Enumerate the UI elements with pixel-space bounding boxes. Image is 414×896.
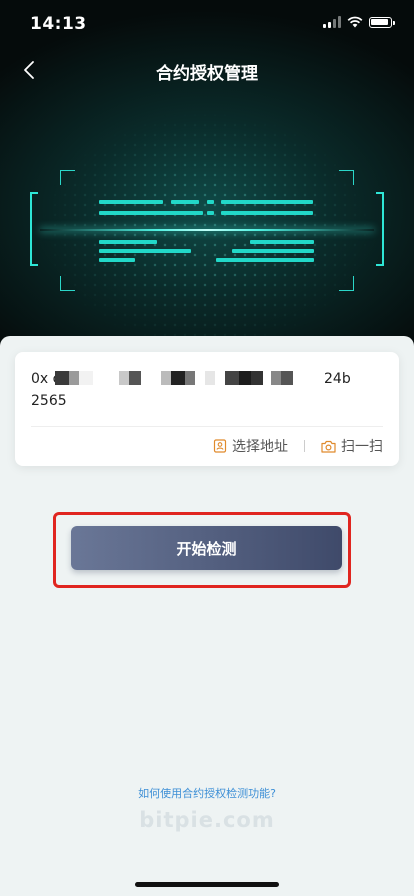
status-icons bbox=[323, 16, 395, 28]
scanner-frame-corner bbox=[60, 170, 75, 185]
code-line-decoration bbox=[216, 258, 314, 262]
scanner-bracket-left bbox=[30, 192, 38, 266]
code-line-decoration bbox=[99, 249, 191, 253]
scanner-frame-corner bbox=[60, 276, 75, 291]
help-link[interactable]: 如何使用合约授权检测功能? bbox=[0, 785, 414, 801]
code-line-decoration bbox=[99, 258, 135, 262]
scan-label: 扫一扫 bbox=[341, 439, 383, 455]
select-address-button[interactable]: 选择地址 bbox=[213, 436, 288, 456]
nav-bar: 合约授权管理 bbox=[0, 48, 414, 92]
code-line-decoration bbox=[99, 211, 203, 215]
card-actions: 选择地址 扫一扫 bbox=[213, 436, 383, 456]
code-line-decoration bbox=[232, 249, 314, 253]
battery-icon bbox=[369, 16, 395, 28]
code-line-decoration bbox=[99, 240, 157, 244]
home-indicator bbox=[135, 882, 279, 887]
page-title: 合约授权管理 bbox=[156, 64, 258, 84]
status-time: 14:13 bbox=[30, 14, 87, 34]
camera-icon bbox=[321, 440, 336, 453]
redacted-address-segment bbox=[55, 371, 293, 385]
scan-button[interactable]: 扫一扫 bbox=[321, 436, 383, 456]
wifi-icon bbox=[347, 16, 363, 28]
address-second-line: 2565 bbox=[31, 393, 67, 409]
watermark: bitpie.com bbox=[139, 808, 275, 832]
code-line-decoration bbox=[171, 200, 199, 204]
scan-line bbox=[40, 229, 374, 231]
address-card: 0x c 2565 24b 选择地址 扫一扫 bbox=[15, 352, 399, 466]
code-line-decoration bbox=[221, 211, 313, 215]
code-line-decoration bbox=[221, 200, 313, 204]
code-line-decoration bbox=[250, 240, 314, 244]
scanner-frame-corner bbox=[339, 170, 354, 185]
address-book-icon bbox=[213, 439, 227, 453]
action-separator bbox=[304, 440, 305, 452]
status-bar: 14:13 bbox=[0, 0, 414, 48]
code-line-decoration bbox=[207, 200, 214, 204]
start-detection-button[interactable]: 开始检测 bbox=[71, 526, 342, 570]
cellular-signal-icon bbox=[323, 16, 341, 28]
scanner-frame-corner bbox=[339, 276, 354, 291]
card-divider bbox=[31, 426, 383, 427]
code-line-decoration bbox=[207, 211, 214, 215]
select-address-label: 选择地址 bbox=[232, 439, 288, 455]
address-suffix: 24b bbox=[324, 371, 351, 387]
code-line-decoration bbox=[99, 200, 163, 204]
scanner-bracket-right bbox=[376, 192, 384, 266]
